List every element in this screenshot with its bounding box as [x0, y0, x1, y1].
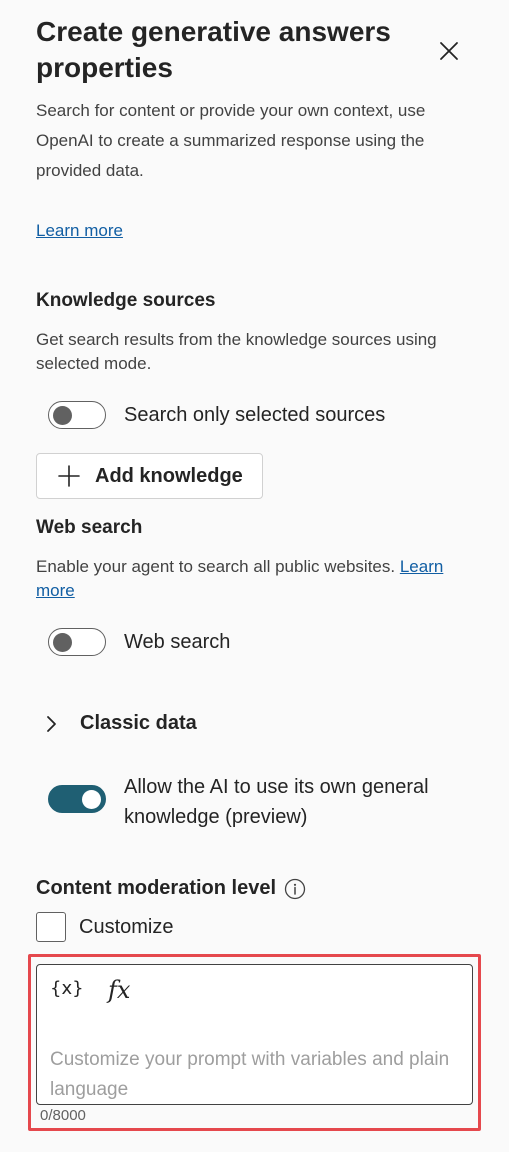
- knowledge-sources-heading: Knowledge sources: [36, 290, 216, 311]
- character-counter: 0/8000: [40, 1107, 86, 1124]
- web-search-description-text: Enable your agent to search all public w…: [36, 557, 396, 576]
- panel-description: Search for content or provide your own c…: [36, 101, 426, 180]
- prompt-placeholder: Customize your prompt with variables and…: [50, 1049, 450, 1100]
- info-icon: [284, 878, 306, 899]
- web-search-label: Web search: [124, 631, 231, 653]
- customize-label: Customize: [79, 915, 174, 938]
- search-selected-sources-toggle[interactable]: [48, 401, 106, 429]
- formula-button[interactable]: fx: [108, 976, 130, 1004]
- general-knowledge-toggle[interactable]: [48, 785, 106, 813]
- general-knowledge-label: Allow the AI to use its own general know…: [124, 776, 429, 828]
- chevron-right-icon: [47, 715, 56, 732]
- customize-checkbox[interactable]: [36, 912, 66, 942]
- search-selected-sources-row: Search only selected sources: [48, 400, 385, 430]
- add-knowledge-button[interactable]: Add knowledge: [36, 453, 263, 499]
- panel-title: Create generative answers properties: [36, 16, 391, 83]
- web-search-heading: Web search: [36, 517, 143, 538]
- close-button[interactable]: [432, 34, 466, 68]
- toggle-knob: [53, 632, 72, 652]
- classic-data-expander[interactable]: Classic data: [44, 712, 197, 735]
- content-moderation-heading: Content moderation level: [36, 877, 277, 899]
- web-search-description: Enable your agent to search all public w…: [36, 555, 476, 603]
- plus-icon: [58, 465, 80, 487]
- knowledge-sources-description: Get search results from the knowledge so…: [36, 330, 437, 373]
- general-knowledge-row: Allow the AI to use its own general know…: [48, 772, 464, 832]
- toggle-knob: [82, 789, 101, 809]
- search-selected-sources-label: Search only selected sources: [124, 404, 386, 426]
- learn-more-link[interactable]: Learn more: [36, 218, 123, 244]
- web-search-toggle[interactable]: [48, 628, 106, 656]
- customize-checkbox-row[interactable]: Customize: [36, 912, 173, 942]
- classic-data-label: Classic data: [80, 712, 197, 734]
- add-knowledge-label: Add knowledge: [95, 464, 243, 487]
- web-search-row: Web search: [48, 627, 230, 657]
- close-icon: [440, 42, 458, 60]
- toggle-knob: [53, 405, 72, 425]
- content-moderation-header: Content moderation level: [36, 877, 306, 900]
- insert-variable-button[interactable]: {x}: [50, 978, 84, 999]
- generative-answers-panel: Create generative answers properties Sea…: [0, 0, 509, 1152]
- info-button[interactable]: [284, 878, 306, 900]
